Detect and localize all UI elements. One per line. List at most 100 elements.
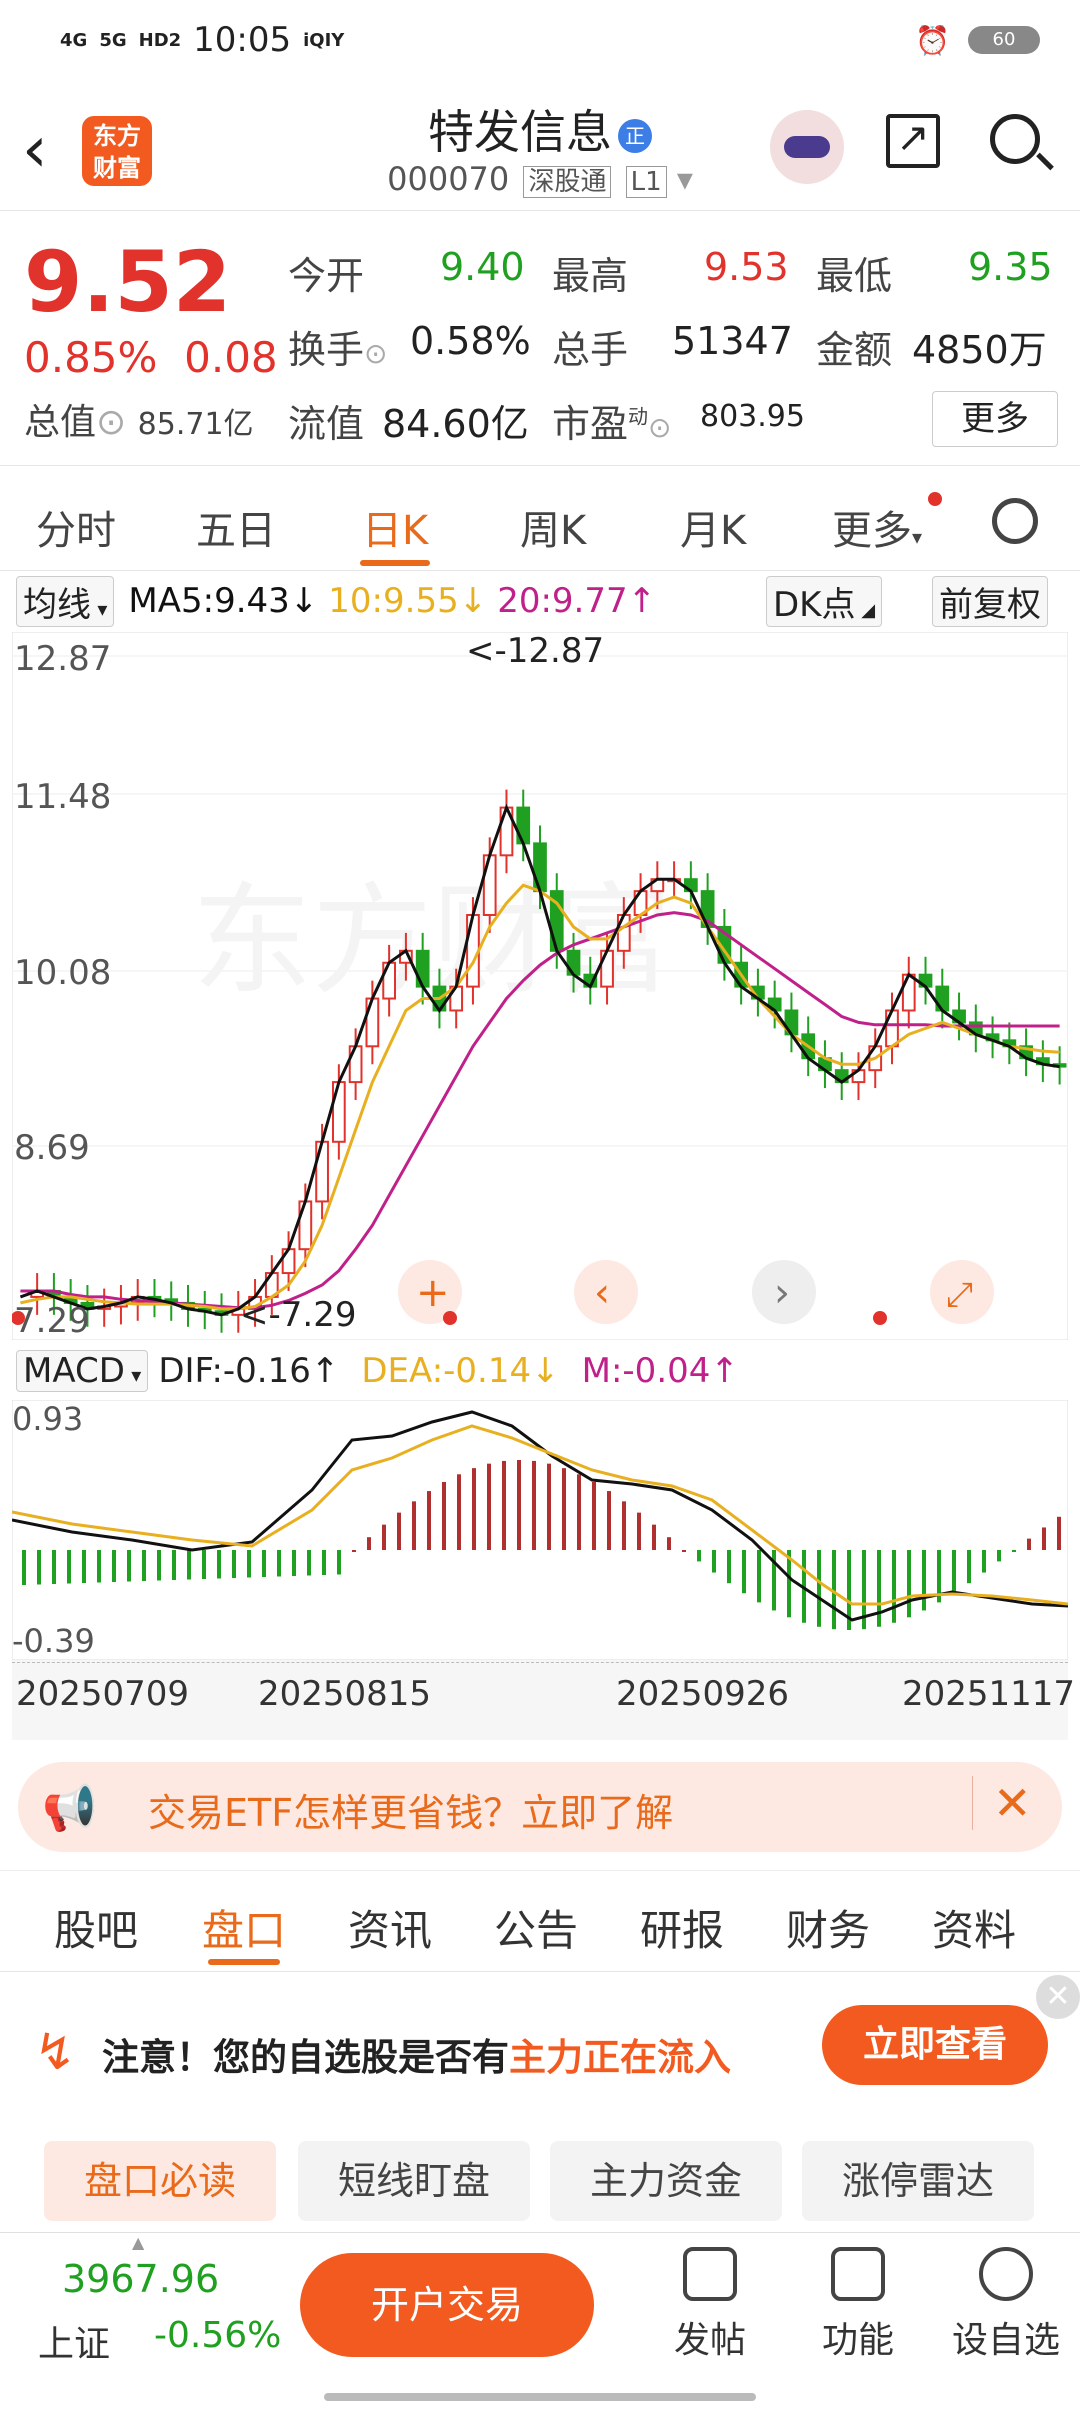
macd-histogram-bar bbox=[277, 1550, 281, 1577]
macd-histogram-bar bbox=[142, 1550, 146, 1581]
macd-chart[interactable]: 0.93 -0.39 bbox=[12, 1400, 1068, 1660]
subtab-must-read[interactable]: 盘口必读 bbox=[44, 2141, 276, 2221]
index-change: -0.56% bbox=[154, 2315, 282, 2356]
macd-histogram-bar bbox=[1042, 1527, 1046, 1550]
bottom-bar: ▲ 3967.96 上证 -0.56% 开户交易 发帖 功能 设自选 bbox=[0, 2232, 1080, 2409]
pe-value: 803.95 bbox=[700, 399, 805, 434]
macd-histogram-bar bbox=[157, 1550, 161, 1581]
dk-label: DK点 bbox=[773, 584, 856, 625]
date-label: 20250815 bbox=[258, 1674, 432, 1714]
app-notification: iQIY bbox=[303, 29, 345, 51]
macd-histogram-bar bbox=[67, 1550, 71, 1584]
macd-histogram-bar bbox=[742, 1550, 746, 1594]
subtab-main-funds[interactable]: 主力资金 bbox=[550, 2141, 782, 2221]
share-icon[interactable]: ↗ bbox=[886, 114, 940, 168]
search-icon[interactable] bbox=[990, 114, 1040, 164]
period-tabs: 分时 五日 日K 周K 月K 更多▾ bbox=[0, 470, 1080, 571]
macd-indicator-row: MACD ▾ DIF:-0.16↑ DEA:-0.14↓ M:-0.04↑ bbox=[0, 1346, 1080, 1396]
current-price: 9.52 bbox=[24, 233, 232, 331]
chevron-left-icon: ‹ bbox=[594, 1270, 610, 1316]
tab-news[interactable]: 资讯 bbox=[348, 1897, 432, 1958]
macd-histogram-bar bbox=[322, 1550, 326, 1575]
pe-info-icon[interactable]: ⊙ bbox=[648, 411, 671, 444]
volume-label: 总手 bbox=[552, 328, 629, 372]
close-icon[interactable]: ✕ bbox=[972, 1776, 1032, 1830]
macd-histogram-bar bbox=[217, 1550, 221, 1579]
clock: 10:05 bbox=[193, 20, 292, 60]
add-watchlist-button[interactable]: 设自选 bbox=[946, 2247, 1066, 2363]
tab-more-label: 更多 bbox=[832, 508, 912, 554]
macd-histogram-bar bbox=[397, 1512, 401, 1550]
macd-selector-label: MACD bbox=[23, 1351, 125, 1391]
tab-finance[interactable]: 财务 bbox=[786, 1897, 870, 1958]
tab-daily-k[interactable]: 日K bbox=[362, 498, 428, 556]
info-icon[interactable]: ⊙ bbox=[364, 337, 387, 370]
tab-monthly-k[interactable]: 月K bbox=[680, 498, 746, 556]
float-label: 流值 bbox=[288, 402, 365, 446]
assistant-robot-icon[interactable] bbox=[770, 110, 844, 184]
home-indicator bbox=[324, 2393, 756, 2401]
macd-histogram-bar bbox=[127, 1550, 131, 1582]
pankou-sub-tabs: 盘口必读 短线盯盘 主力资金 涨停雷达 bbox=[0, 2135, 1080, 2235]
notice-highlight: 主力正在流入 bbox=[509, 2036, 731, 2079]
tab-profile[interactable]: 资料 bbox=[932, 1897, 1016, 1958]
float-value: 84.60亿 bbox=[382, 402, 529, 446]
open-account-trade-button[interactable]: 开户交易 bbox=[300, 2253, 594, 2357]
pe-label-text: 市盈 bbox=[552, 402, 629, 446]
etf-ad-banner[interactable]: 📢 交易ETF怎样更省钱？立即了解 ✕ bbox=[18, 1762, 1062, 1852]
tab-more[interactable]: 更多▾ bbox=[832, 498, 922, 556]
functions-button[interactable]: 功能 bbox=[798, 2247, 918, 2363]
tab-five-day[interactable]: 五日 bbox=[196, 498, 276, 556]
macd-histogram-bar bbox=[532, 1460, 536, 1550]
date-axis: 20250709 20250815 20250926 20251117 bbox=[12, 1660, 1075, 1740]
tab-research[interactable]: 研报 bbox=[640, 1897, 724, 1958]
open-label: 今开 bbox=[288, 254, 365, 298]
battery-indicator: 60 bbox=[968, 26, 1040, 54]
tab-weekly-k[interactable]: 周K bbox=[520, 498, 586, 556]
macd-histogram-bar bbox=[1027, 1538, 1031, 1550]
tab-guba[interactable]: 股吧 bbox=[54, 1897, 138, 1958]
macd-histogram-bar bbox=[487, 1463, 491, 1550]
k-line-chart[interactable]: 东方财富 12.87 11.48 10.08 8.69 7.29 <-12.87… bbox=[12, 632, 1068, 1340]
more-quote-button[interactable]: 更多 bbox=[932, 391, 1058, 447]
macd-histogram-bar bbox=[502, 1460, 506, 1550]
macd-histogram-bar bbox=[247, 1550, 251, 1578]
gear-icon[interactable] bbox=[992, 498, 1038, 544]
volume-value: 51347 bbox=[672, 319, 793, 363]
ma-selector[interactable]: 均线 ▾ bbox=[16, 575, 115, 627]
y-tick-label: 11.48 bbox=[14, 777, 111, 817]
event-marker[interactable] bbox=[443, 1311, 457, 1325]
low-value: 9.35 bbox=[968, 245, 1053, 289]
add-watchlist-label: 设自选 bbox=[951, 2320, 1060, 2361]
close-icon[interactable]: ✕ bbox=[1036, 1975, 1080, 2019]
y-tick-label: 12.87 bbox=[14, 639, 111, 679]
macd-histogram-bar bbox=[97, 1550, 101, 1583]
post-button[interactable]: 发帖 bbox=[650, 2247, 770, 2363]
edit-icon bbox=[683, 2247, 737, 2301]
capital-flow-notice: ✕ ↯ 注意！您的自选股是否有主力正在流入 立即查看 bbox=[0, 1975, 1080, 2085]
macd-y-bottom: -0.39 bbox=[12, 1622, 95, 1660]
notification-dot bbox=[928, 492, 942, 506]
subtab-limit-up-radar[interactable]: 涨停雷达 bbox=[802, 2141, 1034, 2221]
macd-histogram-bar bbox=[367, 1537, 371, 1550]
macd-histogram-bar bbox=[37, 1550, 41, 1585]
view-now-button[interactable]: 立即查看 bbox=[822, 2005, 1048, 2085]
tab-announcements[interactable]: 公告 bbox=[494, 1897, 578, 1958]
dk-point-selector[interactable]: DK点 ◢ bbox=[766, 575, 883, 627]
index-name[interactable]: 上证 bbox=[38, 2315, 110, 2367]
macd-histogram-bar bbox=[952, 1550, 956, 1594]
candle-body bbox=[482, 854, 497, 917]
subtab-short-watch[interactable]: 短线盯盘 bbox=[298, 2141, 530, 2221]
level-tag: L1 bbox=[625, 166, 667, 198]
chevron-down-icon: ▾ bbox=[676, 160, 693, 198]
index-value[interactable]: 3967.96 bbox=[62, 2257, 219, 2301]
macd-histogram-bar bbox=[112, 1550, 116, 1582]
macd-selector[interactable]: MACD ▾ bbox=[16, 1350, 149, 1392]
stock-code: 000070 bbox=[387, 160, 510, 198]
tab-pankou[interactable]: 盘口 bbox=[202, 1897, 286, 1958]
adjust-selector[interactable]: 前复权 bbox=[932, 575, 1048, 627]
event-marker[interactable] bbox=[873, 1311, 887, 1325]
macd-histogram-bar bbox=[892, 1550, 896, 1623]
expand-up-icon[interactable]: ▲ bbox=[132, 2233, 144, 2252]
tab-intraday[interactable]: 分时 bbox=[36, 498, 116, 556]
